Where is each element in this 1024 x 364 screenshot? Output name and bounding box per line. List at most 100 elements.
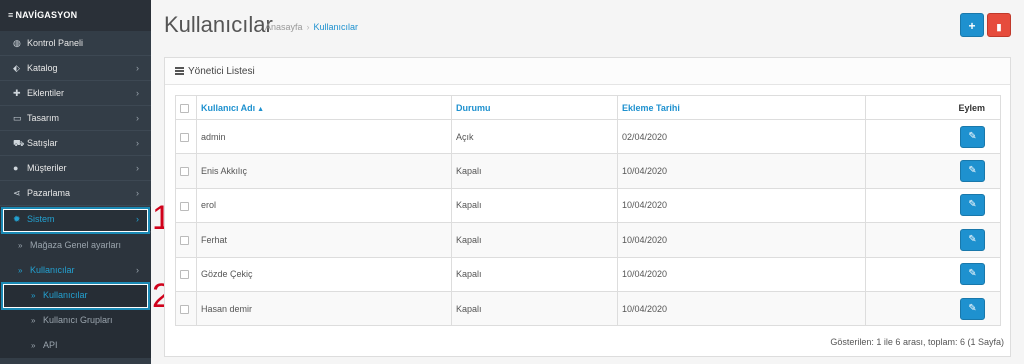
cell-date: 10/04/2020	[617, 222, 866, 258]
row-select-cell	[175, 153, 197, 189]
breadcrumb-separator: ›	[306, 22, 310, 32]
cell-date: 10/04/2020	[617, 187, 866, 224]
puzzle-icon: ✚	[13, 88, 21, 98]
nav-item-pazarlama[interactable]: ⋖ Pazarlama ›	[0, 181, 151, 206]
pencil-icon: ✎	[968, 302, 977, 314]
nav-sub-label: Mağaza Genel ayarları	[30, 240, 122, 250]
nav-sub-label: Kullanıcılar	[30, 265, 75, 275]
row-select-cell	[175, 222, 197, 258]
nav-item-tasarim[interactable]: ▭ Tasarım ›	[0, 106, 151, 131]
cart-icon: ⛟	[13, 138, 25, 148]
row-checkbox[interactable]	[180, 167, 189, 177]
share-icon: ⋖	[13, 188, 21, 198]
cell-status: Açık	[451, 118, 618, 155]
breadcrumb-home[interactable]: Anasayfa	[265, 22, 303, 32]
row-checkbox[interactable]	[180, 304, 189, 314]
cell-username: Hasan demir	[196, 290, 452, 327]
row-checkbox[interactable]	[180, 270, 189, 280]
cell-status: Kapalı	[451, 290, 618, 327]
panel-title: Yönetici Listesi	[188, 66, 255, 77]
cell-status: Kapalı	[451, 153, 618, 189]
row-checkbox[interactable]	[180, 235, 189, 245]
delete-button[interactable]: ▮	[987, 13, 1011, 37]
cell-status: Kapalı	[451, 256, 618, 292]
tags-icon: ⬖	[13, 63, 20, 73]
admin-table: Kullanıcı Adı ▲ Durumu Ekleme Tarihi Eyle…	[175, 95, 1001, 327]
nav-item-label: Müşteriler	[27, 163, 67, 173]
row-select-cell	[175, 187, 197, 224]
double-chevron-icon: »	[18, 266, 23, 275]
nav-item-label: Katalog	[27, 63, 58, 73]
plus-icon: +	[968, 19, 976, 33]
breadcrumb: Anasayfa › Kullanıcılar	[265, 22, 358, 32]
row-checkbox[interactable]	[180, 132, 189, 142]
chevron-right-icon: ›	[136, 63, 139, 73]
pencil-icon: ✎	[968, 199, 977, 211]
table-row: Hasan demir Kapalı 10/04/2020 ✎	[175, 290, 1001, 327]
edit-button[interactable]: ✎	[960, 297, 985, 320]
nav-sub-label: Kullanıcı Grupları	[43, 315, 113, 325]
nav-sub-magaza-genel-ayarlari[interactable]: » Mağaza Genel ayarları	[0, 233, 151, 258]
cell-username: Ferhat	[196, 222, 452, 258]
dashboard-icon: ◍	[13, 38, 21, 48]
chevron-right-icon: ›	[136, 138, 139, 148]
breadcrumb-current[interactable]: Kullanıcılar	[314, 22, 359, 32]
row-action-cell: ✎	[865, 256, 1001, 292]
chevron-right-icon: ›	[136, 163, 139, 173]
edit-button[interactable]: ✎	[960, 125, 985, 148]
nav-sub-api[interactable]: » API	[0, 333, 151, 358]
row-action-cell: ✎	[865, 222, 1001, 258]
nav-item-katalog[interactable]: ⬖ Katalog ›	[0, 56, 151, 81]
add-button[interactable]: +	[960, 13, 984, 37]
nav-header[interactable]: ≡ NAVİGASYON	[0, 0, 151, 31]
row-action-cell: ✎	[865, 187, 1001, 224]
column-username-label: Kullanıcı Adı	[201, 102, 256, 113]
column-status[interactable]: Durumu	[451, 95, 618, 120]
row-action-cell: ✎	[865, 290, 1001, 327]
chevron-right-icon: ›	[136, 265, 139, 275]
column-action: Eylem	[865, 95, 1001, 120]
nav-item-musteriler[interactable]: ● Müşteriler ›	[0, 156, 151, 181]
double-chevron-icon: »	[31, 316, 36, 325]
row-checkbox[interactable]	[180, 201, 189, 211]
cell-date: 02/04/2020	[617, 118, 866, 155]
cell-username: Gözde Çekiç	[196, 256, 452, 292]
nav-item-label: Tasarım	[27, 113, 60, 123]
nav-item-eklentiler[interactable]: ✚ Eklentiler ›	[0, 81, 151, 106]
menu-bars-icon: ≡	[8, 10, 14, 20]
column-username[interactable]: Kullanıcı Adı ▲	[196, 95, 452, 120]
edit-button[interactable]: ✎	[960, 160, 985, 183]
pencil-icon: ✎	[968, 165, 977, 177]
edit-button[interactable]: ✎	[960, 228, 985, 251]
edit-button[interactable]: ✎	[960, 194, 985, 217]
nav-item-kontrol-paneli[interactable]: ◍ Kontrol Paneli	[0, 31, 151, 56]
cell-date: 10/04/2020	[617, 290, 866, 327]
page-title: Kullanıcılar	[164, 12, 273, 37]
table-row: admin Açık 02/04/2020 ✎	[175, 118, 1001, 155]
nav-sub-kullanicilar-group[interactable]: » Kullanıcılar ›	[0, 258, 151, 283]
row-select-cell	[175, 290, 197, 327]
column-date[interactable]: Ekleme Tarihi	[617, 95, 866, 120]
chevron-right-icon: ›	[136, 88, 139, 98]
select-all-cell	[175, 95, 197, 120]
select-all-checkbox[interactable]	[180, 103, 189, 113]
cell-status: Kapalı	[451, 187, 618, 224]
nav-item-label: Pazarlama	[27, 188, 71, 198]
admin-list-panel: Yönetici Listesi Kullanıcı Adı ▲ Durumu E…	[164, 57, 1011, 357]
edit-button[interactable]: ✎	[960, 263, 985, 286]
table-row: Ferhat Kapalı 10/04/2020 ✎	[175, 222, 1001, 258]
nav-item-label: Satışlar	[27, 138, 58, 148]
nav-item-satislar[interactable]: ⛟ Satışlar ›	[0, 131, 151, 156]
panel-heading: Yönetici Listesi	[165, 58, 1010, 85]
pagination-summary: Gösterilen: 1 ile 6 arası, toplam: 6 (1 …	[830, 337, 1004, 347]
cell-date: 10/04/2020	[617, 256, 866, 292]
table-header-row: Kullanıcı Adı ▲ Durumu Ekleme Tarihi Eyle…	[175, 95, 1001, 120]
user-icon: ●	[13, 163, 19, 173]
row-action-cell: ✎	[865, 118, 1001, 155]
cell-username: Enis Akkılıç	[196, 153, 452, 189]
double-chevron-icon: »	[18, 241, 23, 250]
sort-asc-icon: ▲	[257, 105, 265, 113]
chevron-right-icon: ›	[136, 113, 139, 123]
nav-sub-kullanici-gruplari[interactable]: » Kullanıcı Grupları	[0, 308, 151, 333]
chevron-right-icon: ›	[136, 188, 139, 198]
